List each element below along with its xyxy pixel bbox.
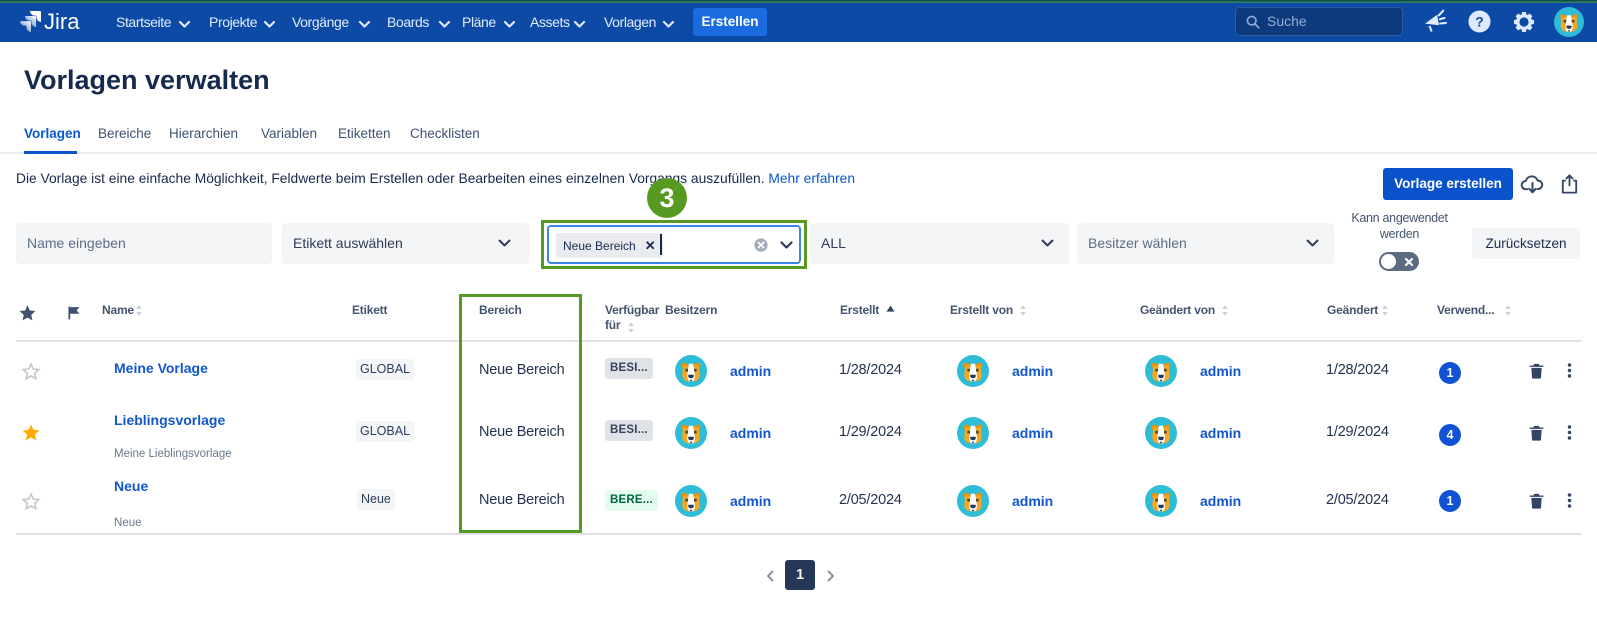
svg-text:?: ? xyxy=(1475,13,1483,29)
